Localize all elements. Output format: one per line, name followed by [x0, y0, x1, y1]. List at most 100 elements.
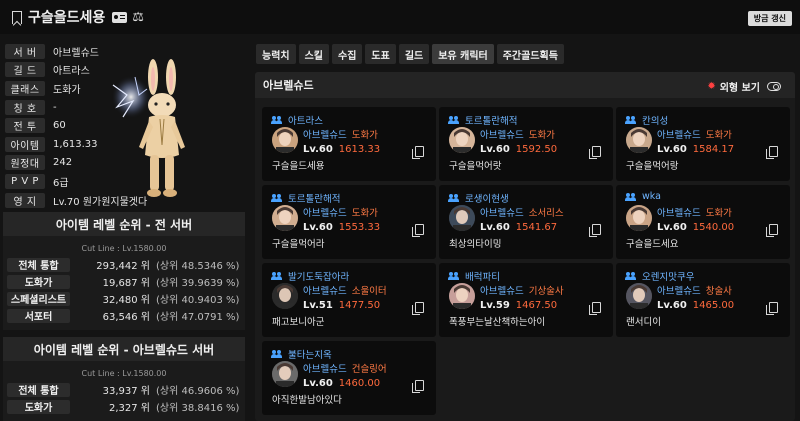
copy-icon[interactable] — [412, 224, 424, 237]
id-card-icon[interactable] — [112, 11, 128, 23]
portrait-image — [272, 361, 298, 387]
copy-icon[interactable] — [589, 224, 601, 237]
portrait-face — [456, 288, 468, 302]
character-class: 창술사 — [705, 286, 732, 297]
character-card[interactable]: 아트라스 아브렐슈드 도화가 Lv.60 1613.33 구슬을드세용 — [262, 107, 436, 181]
character-card[interactable]: 토르톨란해적 아브렐슈드 도화가 Lv.60 1553.33 구슬을먹어라 — [262, 185, 436, 259]
toggle-switch-icon[interactable] — [767, 82, 781, 91]
portrait-face — [279, 132, 291, 146]
character-name[interactable]: 아트라스 — [288, 113, 323, 127]
character-server: 아브렐슈드 — [303, 364, 347, 375]
character-card[interactable]: 로생이현생 아브렐슈드 소서리스 Lv.60 1541.67 최상의타이밍 — [439, 185, 613, 259]
character-item-level: 1592.50 — [515, 144, 558, 155]
character-name[interactable]: 발기도둑잡아라 — [288, 269, 349, 283]
character-class: 건슬링어 — [351, 364, 387, 375]
tab-bar: 능력치 스킬 수집 도표 길드 보유 캐릭터 주간골드획득 — [256, 44, 564, 64]
tab-skills[interactable]: 스킬 — [298, 44, 330, 64]
rank-panel-server: 아이템 레벨 순위 - 아브렐슈드 서버 Cut Line : Lv.1580.… — [3, 337, 245, 421]
users-icon — [271, 116, 283, 124]
character-card[interactable]: 불타는지옥 아브렐슈드 건슬링어 Lv.60 1460.00 아직한발남아있다 — [262, 341, 436, 415]
character-name[interactable]: 토르톨란해적 — [288, 191, 340, 205]
character-guild: 구슬을드세용 — [272, 161, 325, 172]
bookmark-icon[interactable] — [12, 10, 22, 24]
card-level-line: Lv.51 1477.50 — [303, 300, 380, 311]
character-server: 아브렐슈드 — [480, 286, 524, 297]
copy-icon[interactable] — [766, 224, 778, 237]
portrait-image — [272, 205, 298, 231]
character-class: 도화가 — [705, 130, 732, 141]
character-card[interactable]: wka 아브렐슈드 도화가 Lv.60 1540.00 구슬을드세요 — [616, 185, 790, 259]
tab-chart[interactable]: 도표 — [365, 44, 396, 64]
portrait-face — [279, 288, 291, 302]
rank-percent: (상위 47.0791 %) — [156, 312, 240, 323]
character-server: 아브렐슈드 — [657, 130, 701, 141]
character-name[interactable]: wka — [642, 191, 661, 202]
portrait-shoulders — [453, 303, 471, 309]
card-name-row: wka — [625, 191, 661, 202]
tab-collection[interactable]: 수집 — [332, 44, 363, 64]
top-bar: 구슬을드세용 ⚖ 방금 갱신 — [0, 0, 800, 34]
profile-value: 242 — [53, 157, 73, 169]
tab-stats[interactable]: 능력치 — [256, 44, 296, 64]
character-level: Lv.60 — [303, 222, 333, 233]
app-root: 구슬을드세용 ⚖ 방금 갱신 서 버 아브렐슈드 길 드 아트라스 클래스 도화… — [0, 0, 800, 421]
scale-icon[interactable]: ⚖ — [132, 11, 144, 24]
card-name-row: 칸의성 — [625, 113, 668, 127]
character-guild: 폭풍부는날산책하는아이 — [449, 317, 546, 328]
character-server: 아브렐슈드 — [657, 208, 701, 219]
tab-characters[interactable]: 보유 캐릭터 — [432, 44, 494, 64]
character-portrait — [449, 205, 475, 231]
card-level-line: Lv.60 1592.50 — [480, 144, 557, 155]
card-level-line: Lv.60 1613.33 — [303, 144, 380, 155]
portrait-image — [626, 205, 652, 231]
copy-icon[interactable] — [766, 146, 778, 159]
users-icon — [625, 116, 637, 124]
card-server-line: 아브렐슈드 도화가 — [657, 205, 732, 219]
character-card[interactable]: 발기도둑잡아라 아브렐슈드 소울이터 Lv.51 1477.50 패고보니아군 — [262, 263, 436, 337]
copy-icon[interactable] — [766, 302, 778, 315]
copy-icon[interactable] — [412, 302, 424, 315]
rank-position: 19,687 위 — [102, 278, 150, 289]
character-level: Lv.60 — [303, 378, 333, 389]
portrait-face — [456, 132, 468, 146]
character-card[interactable]: 오렌지맛쿠우 아브렐슈드 창술사 Lv.60 1465.00 랜서디이 — [616, 263, 790, 337]
character-card[interactable]: 칸의성 아브렐슈드 도화가 Lv.60 1584.17 구슬을먹어랑 — [616, 107, 790, 181]
users-icon — [448, 116, 460, 124]
character-card[interactable]: 배럭파티 아브렐슈드 기상술사 Lv.59 1467.50 폭풍부는날산책하는아이 — [439, 263, 613, 337]
copy-icon[interactable] — [412, 380, 424, 393]
portrait-shoulders — [630, 147, 648, 153]
profile-label: 아이템 — [5, 136, 45, 152]
character-name[interactable]: 칸의성 — [642, 113, 668, 127]
appearance-toggle[interactable]: ✹ 외형 보기 — [707, 79, 781, 94]
rank-position: 293,442 위 — [96, 261, 150, 272]
character-name[interactable]: 오렌지맛쿠우 — [642, 269, 694, 283]
character-server: 아브렐슈드 — [303, 130, 347, 141]
tab-weekly-gold[interactable]: 주간골드획득 — [496, 44, 564, 64]
profile-label: P V P — [5, 173, 45, 189]
copy-icon[interactable] — [412, 146, 424, 159]
card-name-row: 토르톨란해적 — [271, 191, 340, 205]
character-item-level: 1541.67 — [515, 222, 558, 233]
rank-percent: (상위 48.5346 %) — [156, 261, 240, 272]
character-item-level: 1613.33 — [338, 144, 381, 155]
users-icon — [448, 194, 460, 202]
character-guild: 아직한발남아있다 — [272, 395, 342, 406]
character-name[interactable]: 배럭파티 — [465, 269, 500, 283]
card-level-line: Lv.60 1541.67 — [480, 222, 557, 233]
profile-label: 원정대 — [5, 155, 45, 171]
copy-icon[interactable] — [589, 302, 601, 315]
character-name[interactable]: 불타는지옥 — [288, 347, 332, 361]
character-portrait — [272, 205, 298, 231]
character-portrait — [272, 361, 298, 387]
tab-guild[interactable]: 길드 — [398, 44, 430, 64]
character-card[interactable]: 토르톨란해적 아브렐슈드 도화가 Lv.60 1592.50 구슬을먹어랏 — [439, 107, 613, 181]
character-name[interactable]: 토르톨란해적 — [465, 113, 517, 127]
copy-icon[interactable] — [589, 146, 601, 159]
refresh-button[interactable]: 방금 갱신 — [747, 11, 792, 26]
portrait-face — [279, 366, 291, 380]
character-level: Lv.60 — [480, 144, 510, 155]
rank-row: 도화가 2,327 위 (상위 38.8416 %) — [3, 398, 245, 415]
server-name: 아브렐슈드 — [263, 79, 314, 92]
portrait-face — [633, 210, 645, 224]
character-name[interactable]: 로생이현생 — [465, 191, 509, 205]
